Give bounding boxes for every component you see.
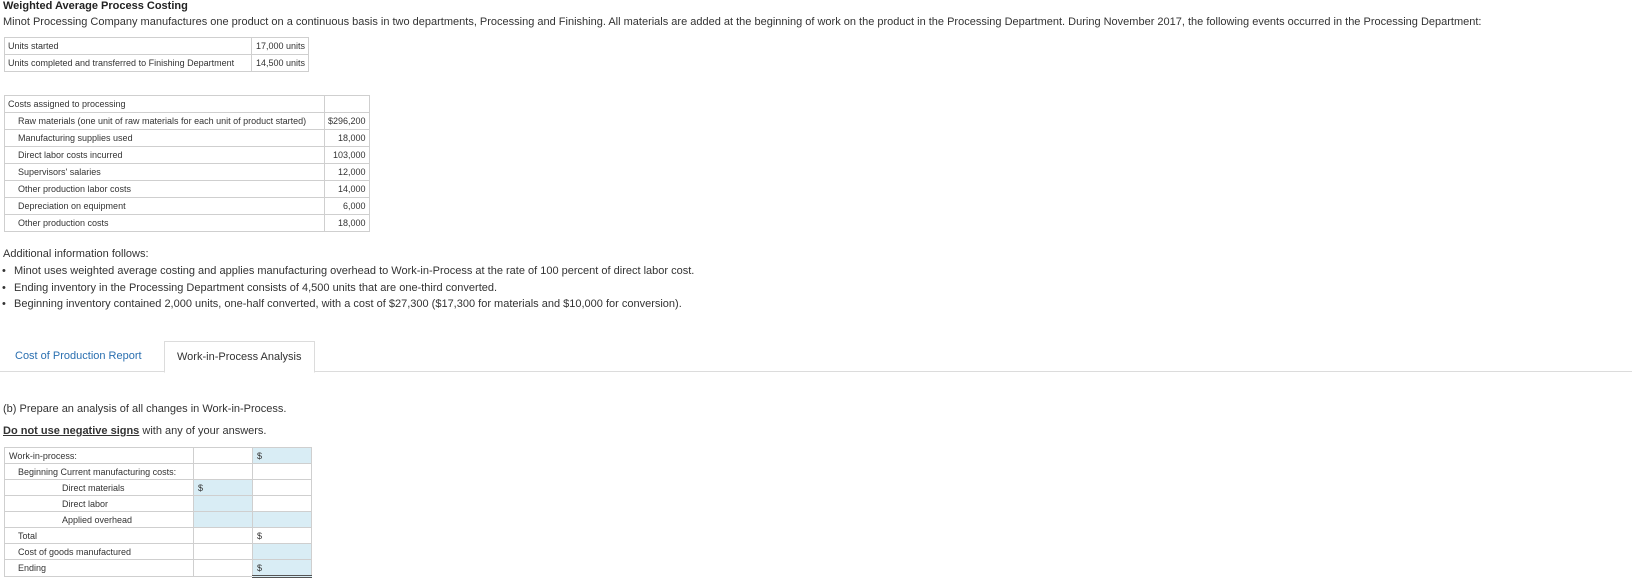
wip-empty-cell: [193, 559, 253, 577]
cost-value: 12,000: [324, 163, 370, 181]
table-row: Direct labor costs incurred 103,000: [4, 146, 370, 164]
list-item: Minot uses weighted average costing and …: [0, 263, 694, 280]
table-row: Manufacturing supplies used 18,000: [4, 129, 370, 147]
wip-cogm-label: Cost of goods manufactured: [4, 543, 194, 560]
applied-overhead-input[interactable]: [193, 511, 253, 528]
currency-sign: $: [257, 562, 263, 573]
currency-sign: $: [257, 450, 263, 461]
costs-table: Costs assigned to processing Raw materia…: [4, 95, 370, 232]
direct-labor-input[interactable]: [193, 495, 253, 512]
wip-applied-overhead-label: Applied overhead: [4, 511, 194, 528]
table-row: Supervisors' salaries 12,000: [4, 163, 370, 181]
wip-header: Work-in-process:: [4, 447, 194, 464]
cost-value: 6,000: [324, 197, 370, 215]
table-row: Cost of goods manufactured: [4, 543, 312, 560]
table-row: Work-in-process: $: [4, 447, 312, 464]
no-negative-emphasis: Do not use negative signs: [3, 425, 140, 437]
cost-label: Direct labor costs incurred: [4, 146, 325, 164]
cost-value: 103,000: [324, 146, 370, 164]
currency-sign: $: [198, 482, 204, 493]
cost-value: 18,000: [324, 129, 370, 147]
table-row: Total $: [4, 527, 312, 544]
table-row: Applied overhead: [4, 511, 312, 528]
wip-empty-cell: [193, 463, 253, 480]
cost-label: Other production labor costs: [4, 180, 325, 198]
cost-value: $296,200: [324, 112, 370, 130]
list-item: Beginning inventory contained 2,000 unit…: [0, 296, 694, 313]
costs-header: Costs assigned to processing: [4, 95, 325, 113]
wip-empty-cell: [252, 479, 312, 496]
cost-label: Other production costs: [4, 214, 325, 232]
wip-empty-cell: [193, 447, 253, 464]
wip-direct-materials-label: Direct materials: [4, 479, 194, 496]
wip-direct-labor-label: Direct labor: [4, 495, 194, 512]
units-table: Units started 17,000 units Units complet…: [4, 37, 309, 72]
units-completed-value: 14,500 units: [251, 54, 309, 72]
wip-beginning-input[interactable]: $: [252, 447, 312, 464]
ending-input[interactable]: $: [252, 559, 312, 578]
table-row: Depreciation on equipment 6,000: [4, 197, 370, 215]
table-row: Raw materials (one unit of raw materials…: [4, 112, 370, 130]
costs-header-value: [324, 95, 370, 113]
wip-empty-cell: [193, 543, 253, 560]
currency-sign: $: [257, 530, 263, 541]
table-row: Units completed and transferred to Finis…: [4, 54, 309, 72]
no-negative-rest: with any of your answers.: [139, 425, 267, 437]
cost-label: Depreciation on equipment: [4, 197, 325, 215]
wip-empty-cell: [252, 463, 312, 480]
cost-value: 14,000: [324, 180, 370, 198]
page-title: Weighted Average Process Costing: [3, 0, 188, 12]
cost-label: Supervisors' salaries: [4, 163, 325, 181]
tab-bar: Cost of Production Report Work-in-Proces…: [0, 341, 1632, 373]
table-row: Units started 17,000 units: [4, 37, 309, 55]
table-row: Costs assigned to processing: [4, 95, 370, 113]
additional-info-label: Additional information follows:: [3, 248, 149, 260]
table-row: Other production labor costs 14,000: [4, 180, 370, 198]
info-bullets: Minot uses weighted average costing and …: [0, 263, 694, 313]
cost-label: Raw materials (one unit of raw materials…: [4, 112, 325, 130]
part-b-prompt: (b) Prepare an analysis of all changes i…: [3, 403, 287, 415]
wip-empty-cell: [252, 495, 312, 512]
current-costs-total-input[interactable]: [252, 511, 312, 528]
total-input[interactable]: $: [252, 527, 312, 544]
wip-total-label: Total: [4, 527, 194, 544]
table-row: Ending $: [4, 559, 312, 578]
direct-materials-input[interactable]: $: [193, 479, 253, 496]
wip-empty-cell: [193, 527, 253, 544]
wip-ending-label: Ending: [4, 559, 194, 577]
units-started-label: Units started: [4, 37, 252, 55]
table-row: Other production costs 18,000: [4, 214, 370, 232]
tab-work-in-process-analysis[interactable]: Work-in-Process Analysis: [164, 341, 315, 373]
wip-analysis-table: Work-in-process: $ Beginning Current man…: [4, 447, 312, 578]
table-row: Direct materials $: [4, 479, 312, 496]
cogm-input[interactable]: [252, 543, 312, 560]
cost-value: 18,000: [324, 214, 370, 232]
units-started-value: 17,000 units: [251, 37, 309, 55]
units-completed-label: Units completed and transferred to Finis…: [4, 54, 252, 72]
table-row: Beginning Current manufacturing costs:: [4, 463, 312, 480]
cost-label: Manufacturing supplies used: [4, 129, 325, 147]
no-negative-instruction: Do not use negative signs with any of yo…: [3, 425, 266, 437]
list-item: Ending inventory in the Processing Depar…: [0, 280, 694, 297]
table-row: Direct labor: [4, 495, 312, 512]
wip-beginning-label: Beginning Current manufacturing costs:: [4, 463, 194, 480]
tab-cost-of-production-report[interactable]: Cost of Production Report: [3, 341, 154, 371]
problem-intro: Minot Processing Company manufactures on…: [3, 16, 1482, 28]
